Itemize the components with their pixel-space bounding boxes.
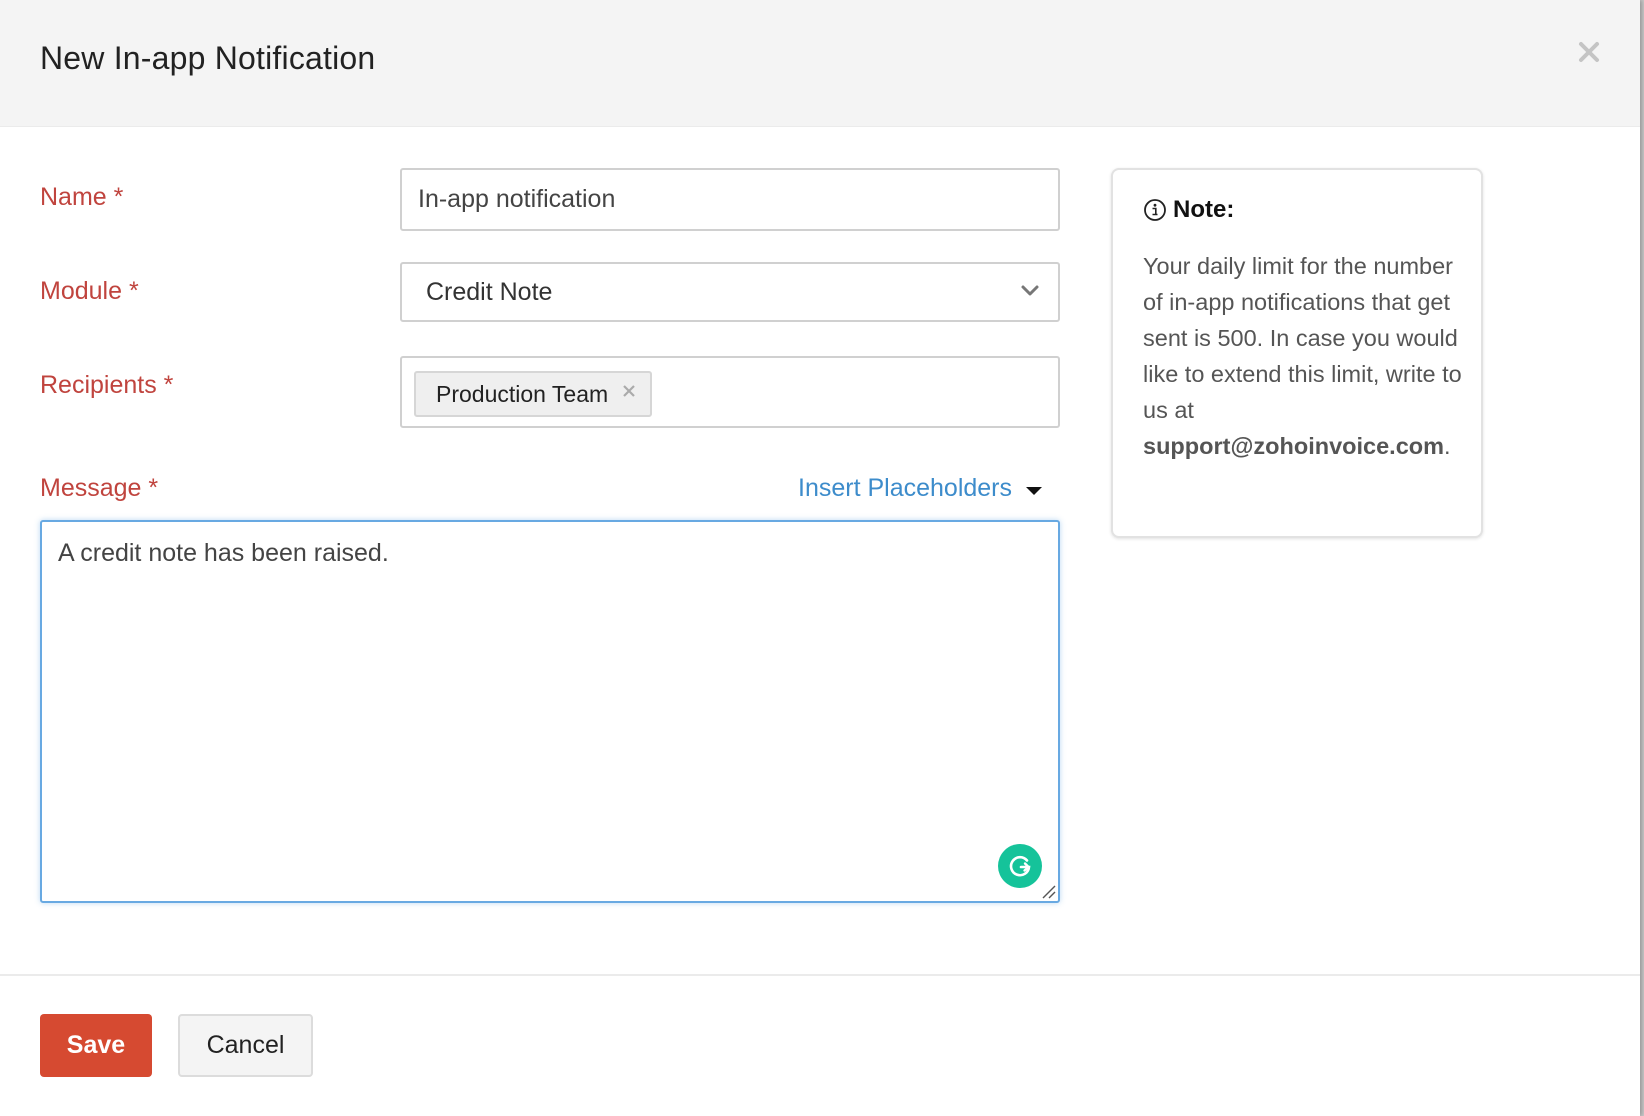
note-header: Note: xyxy=(1143,196,1234,224)
message-textarea[interactable]: A credit note has been raised. xyxy=(42,522,1058,901)
grammarly-button[interactable] xyxy=(998,844,1042,888)
module-selected-value: Credit Note xyxy=(426,278,553,306)
close-icon[interactable] xyxy=(622,384,636,398)
module-label: Module * xyxy=(40,277,139,305)
save-button[interactable]: Save xyxy=(40,1014,152,1077)
chevron-down-icon xyxy=(1021,285,1039,296)
recipients-label: Recipients * xyxy=(40,371,174,399)
close-button[interactable] xyxy=(1574,36,1604,68)
note-trailing: . xyxy=(1444,433,1451,459)
note-text: Your daily limit for the number of in-ap… xyxy=(1143,253,1462,423)
module-select[interactable]: Credit Note xyxy=(400,262,1060,322)
note-title: Note: xyxy=(1173,196,1235,223)
grammarly-icon xyxy=(1009,855,1031,877)
note-body: Your daily limit for the number of in-ap… xyxy=(1143,248,1473,464)
name-label: Name * xyxy=(40,183,124,211)
footer-divider xyxy=(0,974,1640,976)
close-icon xyxy=(1579,42,1599,62)
caret-down-icon xyxy=(1026,486,1043,495)
modal-header: New In-app Notification xyxy=(0,0,1640,127)
cancel-button[interactable]: Cancel xyxy=(178,1014,313,1077)
new-notification-modal: New In-app Notification Name * Module * … xyxy=(0,0,1640,1116)
resize-handle-icon[interactable] xyxy=(1040,883,1056,899)
support-email: support@zohoinvoice.com xyxy=(1143,433,1445,459)
name-field[interactable] xyxy=(400,168,1060,231)
insert-placeholders-dropdown[interactable]: Insert Placeholders xyxy=(798,474,1043,503)
insert-placeholders-label: Insert Placeholders xyxy=(798,474,1013,502)
name-input[interactable] xyxy=(402,170,1058,229)
message-label: Message * xyxy=(40,474,159,502)
note-panel: Note: Your daily limit for the number of… xyxy=(1111,168,1483,538)
modal-title: New In-app Notification xyxy=(40,40,376,76)
info-icon xyxy=(1144,199,1166,221)
recipients-input[interactable]: Production Team xyxy=(400,356,1060,428)
recipient-chip: Production Team xyxy=(414,371,653,417)
recipient-chip-label: Production Team xyxy=(436,380,609,407)
message-field[interactable]: A credit note has been raised. xyxy=(40,520,1060,903)
background-page-edge xyxy=(1640,0,1644,1116)
